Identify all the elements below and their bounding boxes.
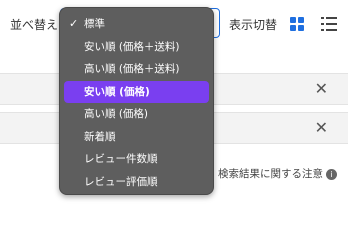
sort-option-label: 安い順 (価格＋送料)	[84, 40, 180, 53]
sort-option-price-shipping-desc[interactable]: 高い順 (価格＋送料)	[64, 58, 209, 81]
sort-option-label: 安い順 (価格)	[84, 85, 150, 98]
sort-option-standard[interactable]: ✓ 標準	[64, 13, 209, 36]
grid-view-icon[interactable]	[290, 17, 304, 31]
view-toggle-label: 表示切替	[229, 18, 278, 32]
sort-option-label: 高い順 (価格)	[84, 108, 149, 120]
sort-option-label: 標準	[84, 18, 105, 30]
sort-option-review-count[interactable]: レビュー件数順	[64, 148, 209, 171]
sort-option-label: 高い順 (価格＋送料)	[84, 63, 180, 75]
sort-label: 並べ替え	[10, 18, 59, 32]
check-icon: ✓	[69, 17, 79, 30]
close-icon[interactable]: ✕	[315, 120, 328, 136]
sort-option-price-asc[interactable]: 安い順 (価格)	[64, 80, 209, 103]
close-icon[interactable]: ✕	[315, 81, 328, 97]
sort-option-newest[interactable]: 新着順	[64, 126, 209, 149]
info-icon: i	[326, 168, 337, 180]
search-notice-text: 検索結果に関する注意	[218, 168, 323, 180]
sort-option-label: レビュー件数順	[84, 153, 158, 165]
sort-dropdown-menu: ✓ 標準 安い順 (価格＋送料) 高い順 (価格＋送料) 安い順 (価格) 高い…	[59, 7, 214, 195]
sort-option-price-shipping-asc[interactable]: 安い順 (価格＋送料)	[64, 36, 209, 59]
search-notice-link[interactable]: 検索結果に関する注意 i	[218, 166, 337, 181]
sort-option-label: 新着順	[84, 130, 116, 143]
sort-option-review-rating[interactable]: レビュー評価順	[64, 171, 209, 194]
list-view-icon[interactable]	[321, 17, 337, 31]
sort-option-label: レビュー評価順	[84, 175, 158, 188]
sort-option-price-desc[interactable]: 高い順 (価格)	[64, 103, 209, 126]
search-results-page: 並べ替え 表示切替 ✕ ✕ 検索結果に関する注意 i ✓ 標準 安い順 (価格＋送…	[0, 0, 348, 204]
